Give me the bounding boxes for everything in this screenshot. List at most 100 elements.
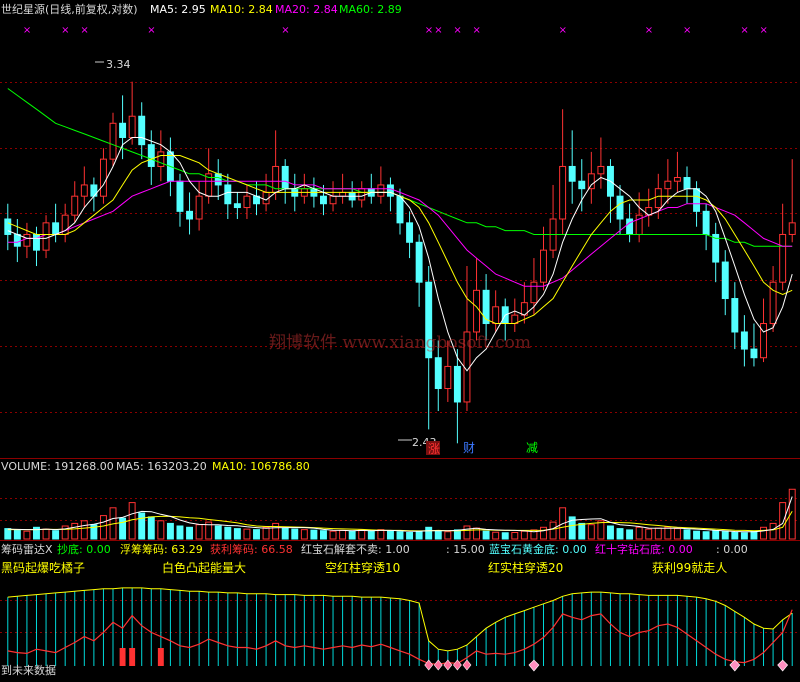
volume-legend-ma5: MA5: 163203.20 xyxy=(116,460,207,473)
volume-bar-2 xyxy=(23,530,31,540)
signal-cross-0: × xyxy=(23,25,31,36)
volume-bar-31 xyxy=(300,529,308,540)
candle-body-78 xyxy=(750,348,758,359)
red-bar-2 xyxy=(157,648,164,666)
candle-body-29 xyxy=(281,165,289,190)
volume-bar-42 xyxy=(406,532,414,540)
volume-bar-32 xyxy=(310,529,318,540)
candle-body-7 xyxy=(71,195,79,216)
volume-bar-66 xyxy=(635,526,643,540)
stock-chart-window[interactable]: × × × × × × × × × × × × × × 翔博软件 www.xiangbosoft.com … xyxy=(0,0,800,678)
candle-body-14 xyxy=(138,115,146,146)
red-bar-1 xyxy=(129,648,136,666)
volume-bar-0 xyxy=(4,528,12,540)
candle-body-25 xyxy=(243,195,251,209)
indicator-legend-ruby: 红宝石解套不卖: 1.00 xyxy=(301,542,410,556)
volume-bar-50 xyxy=(482,530,490,540)
candle-body-16 xyxy=(157,151,165,167)
volume-bar-24 xyxy=(233,528,241,540)
volume-bar-73 xyxy=(702,531,710,540)
volume-bar-30 xyxy=(291,528,299,540)
candle-body-40 xyxy=(386,184,394,197)
signal-cross-3: × xyxy=(147,25,155,36)
volume-bar-23 xyxy=(224,526,232,540)
volume-bar-5 xyxy=(52,530,60,540)
volume-bar-68 xyxy=(654,527,662,540)
candle-body-37 xyxy=(358,188,366,201)
candle-body-34 xyxy=(329,195,337,205)
signal-cross-1: × xyxy=(61,25,69,36)
volume-bar-14 xyxy=(138,512,146,540)
candle-body-82 xyxy=(788,222,796,235)
candle-body-23 xyxy=(224,184,232,205)
candle-body-77 xyxy=(740,331,748,350)
label-black-chip: 黑码起爆吃橘子 xyxy=(1,560,85,575)
volume-bar-38 xyxy=(367,530,375,540)
candle-body-59 xyxy=(568,165,576,182)
volume-bar-40 xyxy=(386,530,394,540)
volume-bar-63 xyxy=(606,525,614,540)
chart-canvas[interactable]: × × × × × × × × × × × × × × 翔博软件 www.xiangbosoft.com … xyxy=(0,0,800,678)
volume-bar-74 xyxy=(712,530,720,540)
volume-legend: VOLUME: 191268.00 MA5: 163203.20 MA10: 1… xyxy=(1,460,310,473)
candle-body-41 xyxy=(396,195,404,224)
volume-bar-26 xyxy=(253,529,260,540)
candle-body-35 xyxy=(339,191,347,197)
label-white-bump: 白色凸起能量大 xyxy=(162,560,246,575)
indicator-legend-sapphire: 蓝宝石黄金底: 0.00 xyxy=(489,542,587,556)
indicator-legend-bottom: 抄底: 0.00 xyxy=(57,542,111,556)
signal-cross-10: × xyxy=(645,25,653,36)
volume-bar-75 xyxy=(721,530,729,540)
candle-body-58 xyxy=(559,165,567,220)
candle-body-81 xyxy=(779,233,787,283)
indicator-legend-title: 筹码雷达X xyxy=(1,542,53,556)
candle-body-8 xyxy=(80,184,88,197)
volume-bar-81 xyxy=(779,502,787,540)
volume-bar-22 xyxy=(214,525,222,540)
volume-bar-16 xyxy=(157,520,165,540)
candle-body-5 xyxy=(52,222,60,235)
volume-bar-35 xyxy=(339,529,347,540)
volume-bar-10 xyxy=(99,515,107,540)
candle-body-76 xyxy=(731,298,739,333)
candle-body-46 xyxy=(444,365,452,390)
volume-bar-78 xyxy=(750,530,758,540)
volume-bar-18 xyxy=(176,525,184,540)
volume-bar-62 xyxy=(597,520,605,540)
candle-body-42 xyxy=(406,222,414,243)
volume-bar-51 xyxy=(492,531,500,540)
candle-body-0 xyxy=(4,218,12,235)
volume-bar-60 xyxy=(578,522,586,540)
candle-body-47 xyxy=(453,365,461,403)
candle-body-70 xyxy=(673,177,681,182)
candle-body-64 xyxy=(616,195,624,220)
indicator-legend-value-15: : 15.00 xyxy=(446,543,485,556)
candle-body-20 xyxy=(195,195,203,220)
label-hollow-red: 空红柱穿透10 xyxy=(325,560,400,575)
volume-bar-79 xyxy=(760,526,767,540)
volume-legend-ma10: MA10: 106786.80 xyxy=(212,460,310,473)
candle-body-11 xyxy=(109,122,117,160)
candle-body-51 xyxy=(492,306,500,325)
candle-body-49 xyxy=(473,289,480,333)
future-data-label[interactable]: 到未来数据 xyxy=(1,663,56,677)
price-watermark: 翔博软件 www.xiangbosoft.com xyxy=(269,333,531,353)
candle-body-24 xyxy=(233,203,241,209)
volume-legend-value: VOLUME: 191268.00 xyxy=(1,460,114,473)
marker-finance: 财 xyxy=(463,441,475,455)
volume-bar-44 xyxy=(425,526,433,540)
red-bar-0 xyxy=(119,648,126,666)
candle-body-75 xyxy=(721,261,729,300)
candle-body-43 xyxy=(415,241,423,283)
candle-body-22 xyxy=(214,173,222,186)
candle-body-13 xyxy=(128,115,136,138)
volume-bar-37 xyxy=(358,529,366,540)
candle-body-71 xyxy=(683,177,691,190)
volume-bar-19 xyxy=(186,526,194,540)
candle-body-56 xyxy=(540,249,547,283)
indicator-legend-float: 浮筹筹码: 63.29 xyxy=(120,542,203,556)
volume-bar-28 xyxy=(272,522,280,540)
candle-body-33 xyxy=(320,195,327,205)
price-legend-ma20: MA20: 2.84 xyxy=(275,3,338,16)
signal-cross-13: × xyxy=(760,25,768,36)
